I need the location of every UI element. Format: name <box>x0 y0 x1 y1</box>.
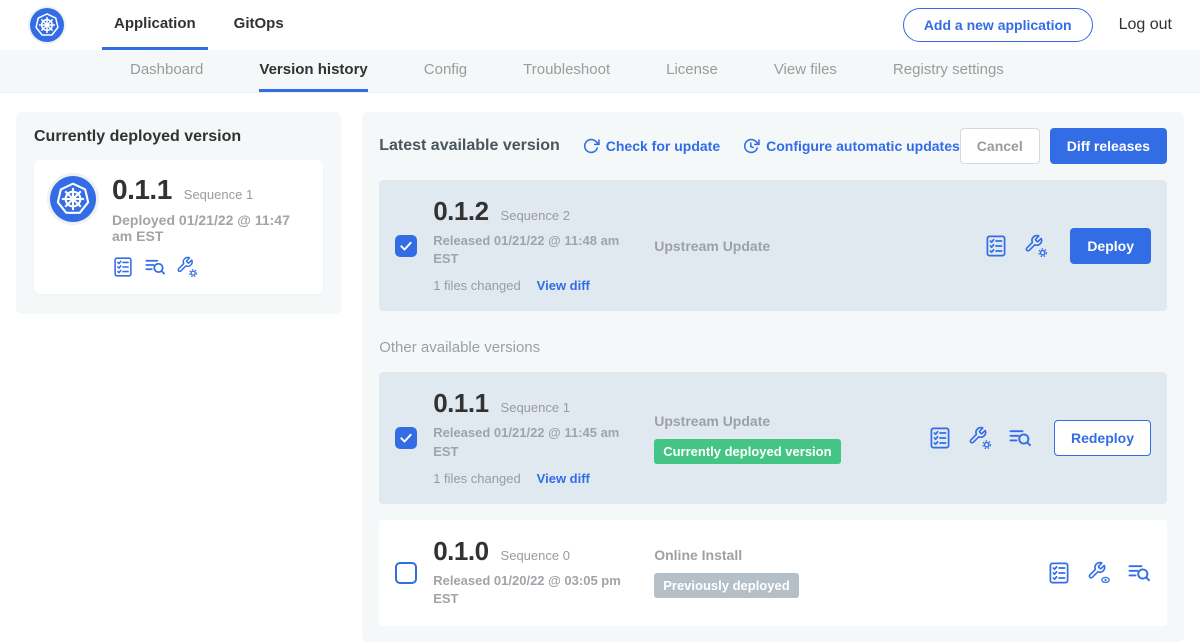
file-search-icon[interactable] <box>1008 426 1032 450</box>
wrench-gear-icon[interactable] <box>176 256 198 278</box>
diff-releases-button[interactable]: Diff releases <box>1050 128 1167 164</box>
logout-button[interactable]: Log out <box>1117 12 1174 38</box>
kubernetes-logo <box>50 176 96 222</box>
add-application-button[interactable]: Add a new application <box>903 8 1093 42</box>
version-number: 0.1.2 <box>433 198 488 224</box>
checklist-icon[interactable] <box>984 234 1008 258</box>
currently-deployed-title: Currently deployed version <box>34 128 323 146</box>
source-label: Upstream Update <box>654 413 770 429</box>
wrench-eye-icon[interactable] <box>1087 561 1111 585</box>
main-content: Currently deployed version 0.1.1 Sequenc… <box>0 93 1200 642</box>
tab-license[interactable]: License <box>666 50 718 92</box>
version-number: 0.1.0 <box>433 538 488 564</box>
top-nav-tabs: Application GitOps <box>102 0 310 50</box>
version-source: Upstream Update Currently deployed versi… <box>654 413 914 464</box>
configure-auto-updates-link[interactable]: Configure automatic updates <box>742 137 960 155</box>
tab-view-files[interactable]: View files <box>774 50 837 92</box>
version-row-0-1-2: 0.1.2 Sequence 2 Released 01/21/22 @ 11:… <box>379 180 1167 311</box>
source-label: Upstream Update <box>654 238 770 254</box>
view-diff-link[interactable]: View diff <box>537 471 590 486</box>
deployed-version-details: 0.1.1 Sequence 1 Deployed 01/21/22 @ 11:… <box>112 176 307 278</box>
version-source: Online Install Previously deployed <box>654 547 914 598</box>
checklist-icon[interactable] <box>928 426 952 450</box>
tab-application[interactable]: Application <box>102 0 208 50</box>
checklist-icon[interactable] <box>112 256 134 278</box>
previously-deployed-badge: Previously deployed <box>654 573 798 598</box>
deploy-button[interactable]: Deploy <box>1070 228 1151 264</box>
check-for-update-link[interactable]: Check for update <box>582 137 720 155</box>
redeploy-button[interactable]: Redeploy <box>1054 420 1151 456</box>
tab-gitops[interactable]: GitOps <box>222 0 296 50</box>
available-versions-panel: Latest available version Check for updat… <box>362 112 1184 642</box>
app-sub-nav: Dashboard Version history Config Trouble… <box>0 50 1200 93</box>
deployed-version-card: 0.1.1 Sequence 1 Deployed 01/21/22 @ 11:… <box>34 160 323 294</box>
sequence-label: Sequence 1 <box>501 400 570 415</box>
latest-available-title: Latest available version <box>379 137 560 155</box>
file-search-icon[interactable] <box>144 256 166 278</box>
sequence-label: Sequence 2 <box>501 208 570 223</box>
available-versions-header: Latest available version Check for updat… <box>379 128 1167 164</box>
deployed-timestamp: Deployed 01/21/22 @ 11:47 am EST <box>112 212 307 244</box>
files-changed-label: 1 files changed <box>433 471 520 486</box>
checkmark-icon <box>399 431 413 445</box>
deployed-sequence-label: Sequence 1 <box>184 187 253 202</box>
file-search-icon[interactable] <box>1127 561 1151 585</box>
checkmark-icon <box>399 239 413 253</box>
tab-registry-settings[interactable]: Registry settings <box>893 50 1004 92</box>
clock-refresh-icon <box>742 137 760 155</box>
version-number: 0.1.1 <box>433 390 488 416</box>
version-row-0-1-1: 0.1.1 Sequence 1 Released 01/21/22 @ 11:… <box>379 372 1167 503</box>
currently-deployed-badge: Currently deployed version <box>654 439 840 464</box>
other-available-versions-title: Other available versions <box>379 339 1167 356</box>
version-info: 0.1.1 Sequence 1 Released 01/21/22 @ 11:… <box>433 390 638 485</box>
released-timestamp: Released 01/21/22 @ 11:45 am EST <box>433 424 628 460</box>
view-diff-link[interactable]: View diff <box>537 278 590 293</box>
deployed-version-number: 0.1.1 <box>112 176 172 204</box>
tab-version-history[interactable]: Version history <box>259 50 367 92</box>
wrench-gear-icon[interactable] <box>1024 234 1048 258</box>
released-timestamp: Released 01/20/22 @ 03:05 pm EST <box>433 572 628 608</box>
configure-auto-updates-label: Configure automatic updates <box>766 138 960 154</box>
tab-config[interactable]: Config <box>424 50 467 92</box>
tab-dashboard[interactable]: Dashboard <box>130 50 203 92</box>
checklist-icon[interactable] <box>1047 561 1071 585</box>
version-info: 0.1.0 Sequence 0 Released 01/20/22 @ 03:… <box>433 538 638 608</box>
top-nav: Application GitOps Add a new application… <box>0 0 1200 50</box>
tab-troubleshoot[interactable]: Troubleshoot <box>523 50 610 92</box>
version-row-0-1-0: 0.1.0 Sequence 0 Released 01/20/22 @ 03:… <box>379 520 1167 626</box>
version-checkbox[interactable] <box>395 427 417 449</box>
version-checkbox[interactable] <box>395 235 417 257</box>
released-timestamp: Released 01/21/22 @ 11:48 am EST <box>433 232 628 268</box>
cancel-button[interactable]: Cancel <box>960 128 1040 164</box>
check-for-update-label: Check for update <box>606 138 720 154</box>
sequence-label: Sequence 0 <box>501 548 570 563</box>
source-label: Online Install <box>654 547 742 563</box>
currently-deployed-panel: Currently deployed version 0.1.1 Sequenc… <box>16 112 341 314</box>
files-changed-label: 1 files changed <box>433 278 520 293</box>
version-source: Upstream Update <box>654 238 914 254</box>
refresh-icon <box>582 137 600 155</box>
version-checkbox[interactable] <box>395 562 417 584</box>
wrench-gear-icon[interactable] <box>968 426 992 450</box>
version-info: 0.1.2 Sequence 2 Released 01/21/22 @ 11:… <box>433 198 638 293</box>
kubernetes-logo <box>30 8 64 42</box>
